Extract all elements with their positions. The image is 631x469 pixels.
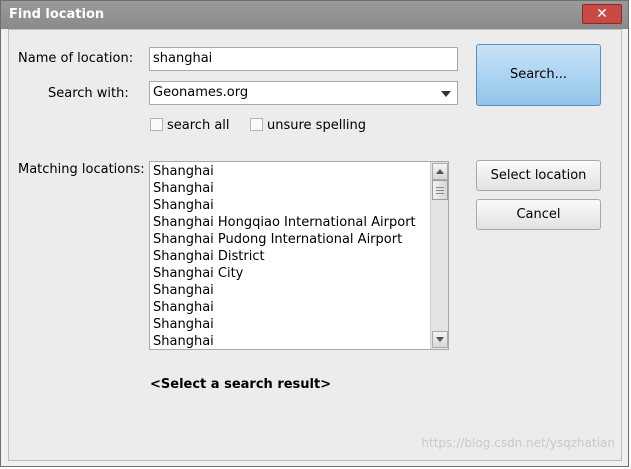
search-with-value: Geonames.org: [153, 85, 249, 100]
list-item[interactable]: Shanghai: [153, 198, 214, 213]
list-item[interactable]: Shanghai: [153, 300, 214, 315]
thumb-grip-line: [436, 193, 444, 194]
matching-locations-label: Matching locations:: [18, 162, 145, 177]
search-all-label: search all: [167, 118, 230, 133]
name-of-location-input[interactable]: shanghai: [149, 47, 458, 71]
name-of-location-label: Name of location:: [18, 51, 134, 66]
window-title: Find location: [9, 7, 105, 22]
list-item[interactable]: Shanghai: [153, 334, 214, 349]
chevron-up-icon: [436, 169, 444, 174]
thumb-grip-line: [436, 187, 444, 188]
list-item[interactable]: Shanghai: [153, 317, 214, 332]
list-item[interactable]: Shanghai: [153, 164, 214, 179]
chevron-down-icon: [436, 337, 444, 342]
thumb-grip-line: [436, 190, 444, 191]
chevron-down-icon: [441, 91, 451, 97]
vertical-scrollbar[interactable]: [430, 162, 448, 349]
list-item[interactable]: Shanghai City: [153, 266, 243, 281]
unsure-spelling-label: unsure spelling: [267, 118, 367, 133]
scrollbar-thumb[interactable]: [432, 180, 448, 200]
watermark: https://blog.csdn.net/ysqzhatian: [421, 436, 615, 450]
scroll-up-button[interactable]: [432, 163, 448, 180]
select-location-button[interactable]: Select location: [476, 160, 601, 191]
dialog-body: Name of location: shanghai Search with: …: [8, 29, 622, 461]
list-item[interactable]: Shanghai: [153, 283, 214, 298]
list-item[interactable]: Shanghai District: [153, 249, 265, 264]
status-text: <Select a search result>: [150, 377, 332, 392]
search-all-checkbox[interactable]: [150, 118, 163, 131]
find-location-dialog: Find location ✕ Name of location: shangh…: [0, 0, 629, 467]
matching-locations-list[interactable]: Shanghai Shanghai Shanghai Shanghai Hongqia…: [149, 161, 449, 350]
name-of-location-value: shanghai: [153, 51, 213, 66]
search-with-select[interactable]: Geonames.org: [149, 81, 458, 105]
close-icon: ✕: [596, 6, 608, 22]
search-button[interactable]: Search...: [476, 44, 601, 106]
cancel-button[interactable]: Cancel: [476, 199, 601, 230]
list-item[interactable]: Shanghai Hongqiao International Airport: [153, 215, 416, 230]
unsure-spelling-checkbox[interactable]: [250, 118, 263, 131]
list-item[interactable]: Shanghai Pudong International Airport: [153, 232, 402, 247]
list-item[interactable]: Shanghai: [153, 181, 214, 196]
close-button[interactable]: ✕: [582, 4, 622, 24]
search-with-label: Search with:: [48, 86, 129, 101]
scroll-down-button[interactable]: [432, 331, 448, 348]
title-bar[interactable]: Find location ✕: [1, 1, 628, 29]
